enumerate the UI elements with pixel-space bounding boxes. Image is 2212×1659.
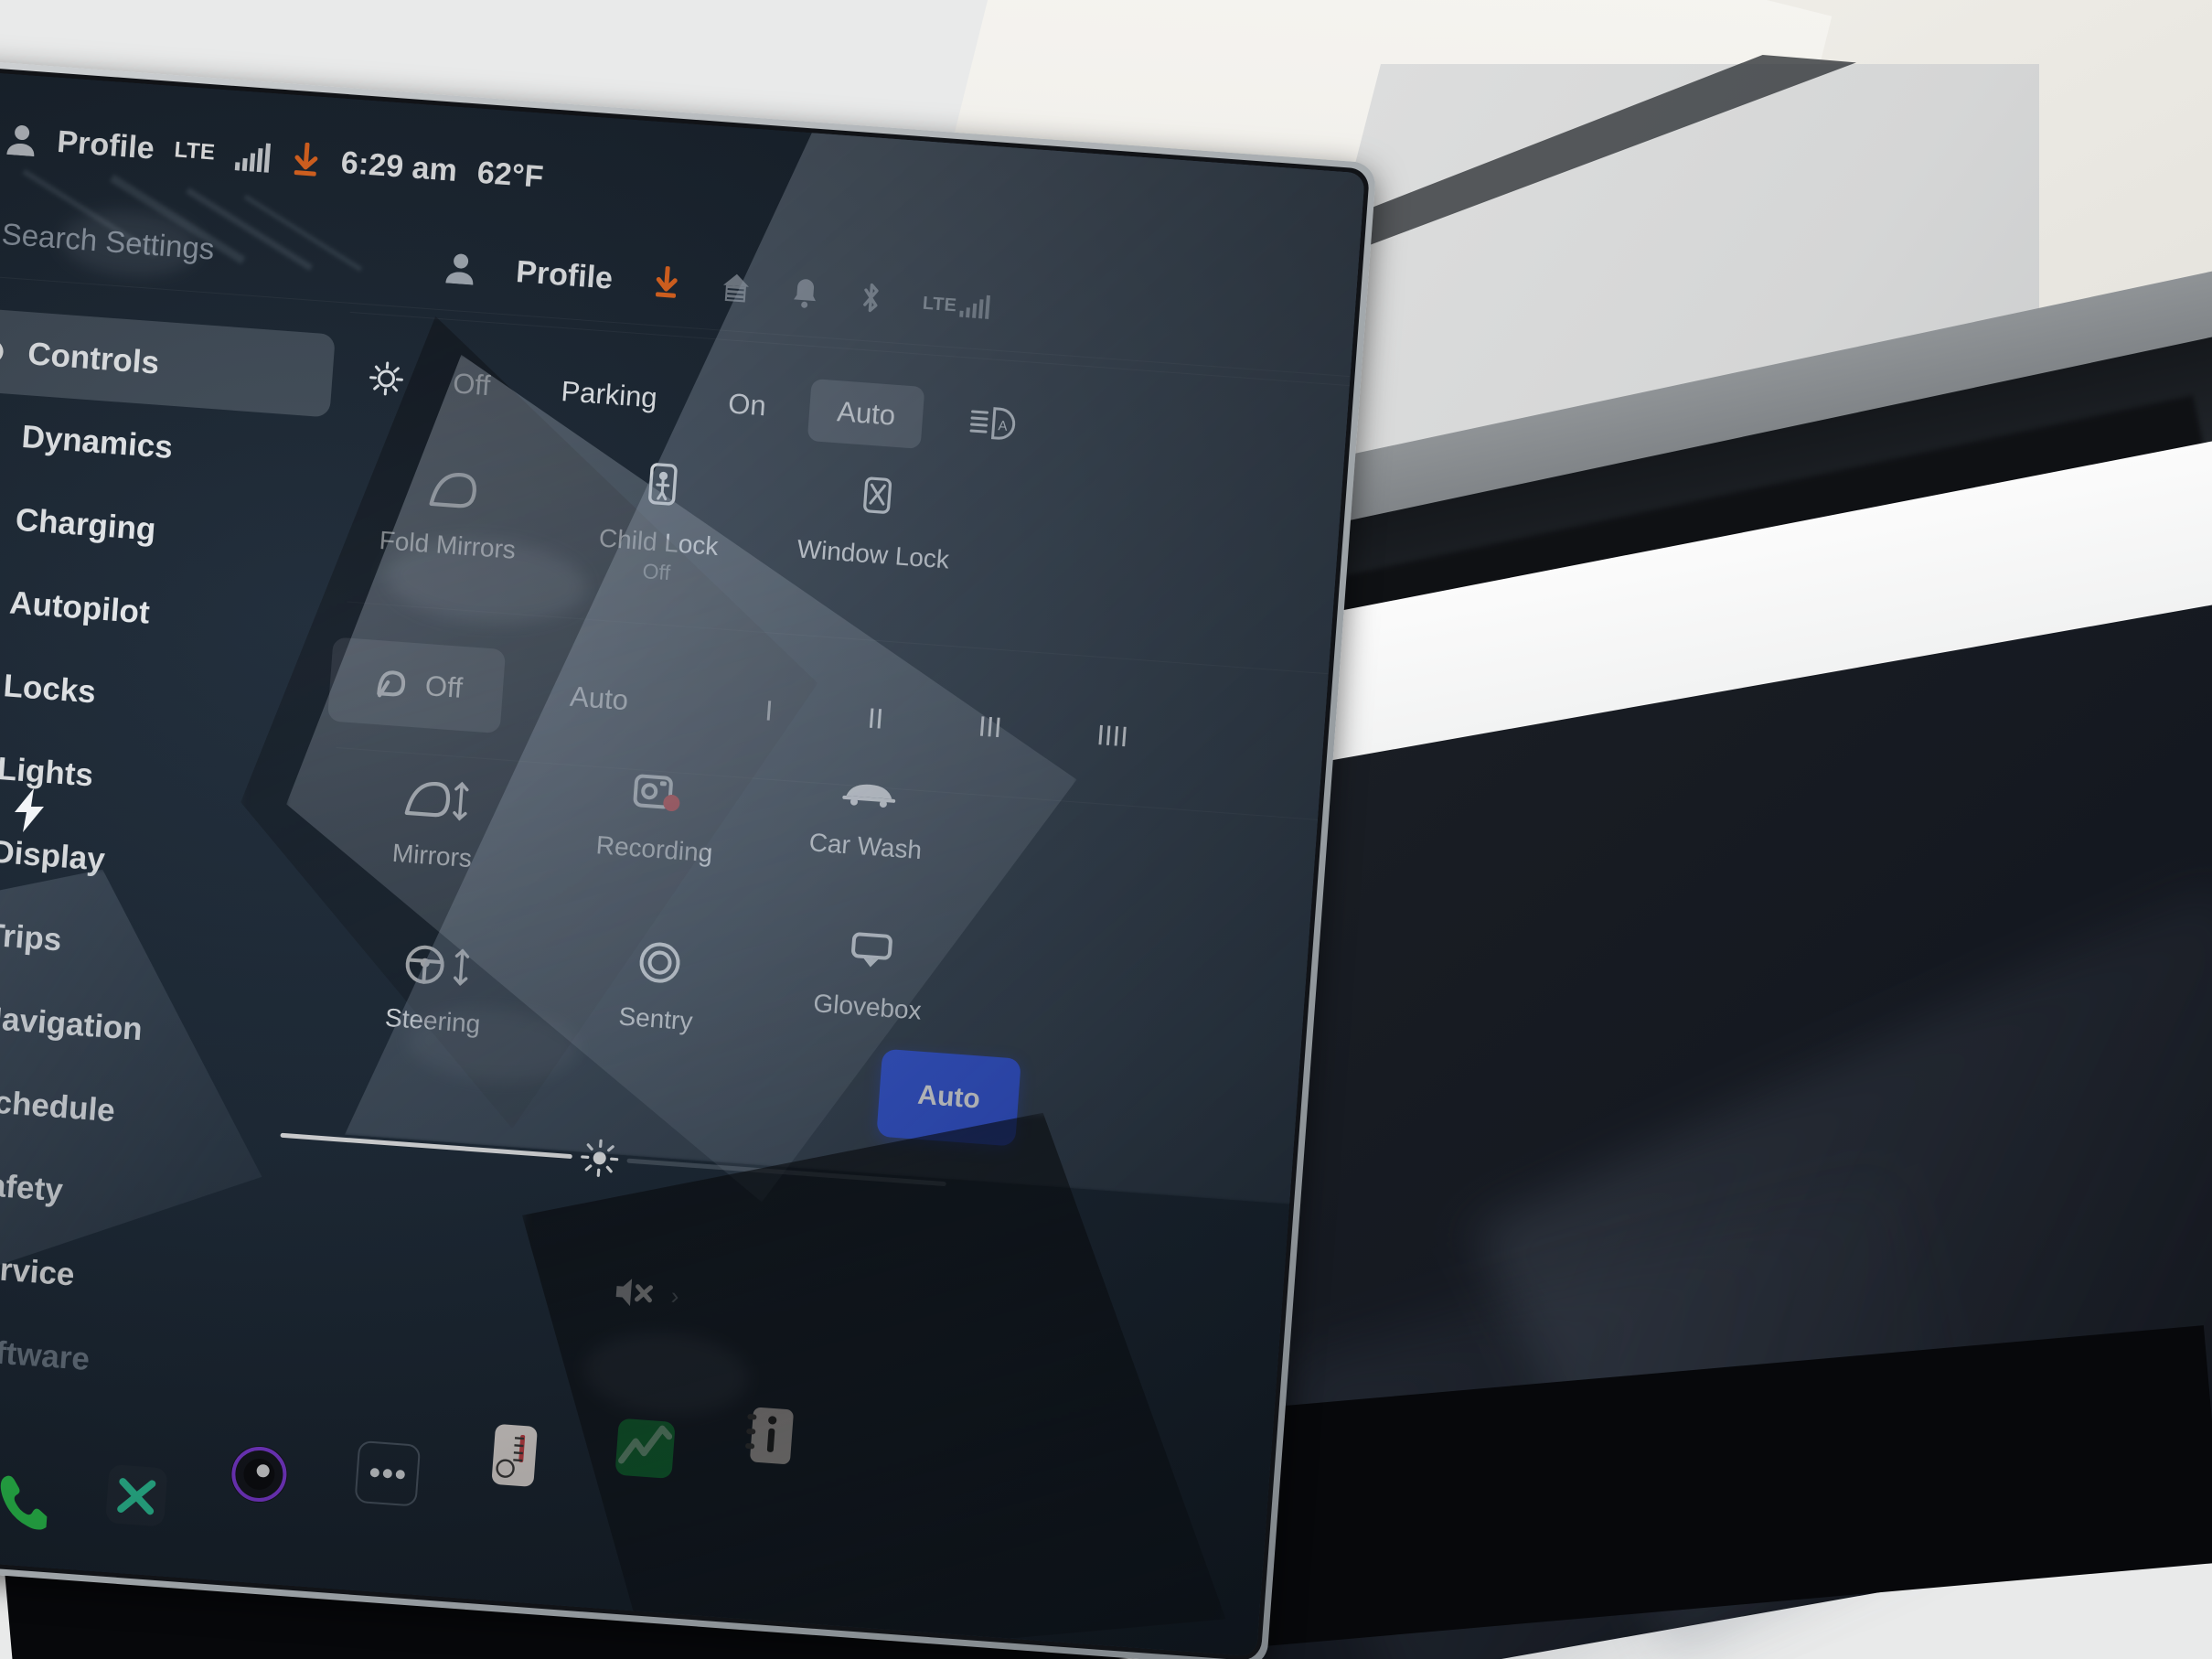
screen-vignette <box>0 66 1365 1657</box>
screen-surface[interactable]: Profile LTE <box>0 66 1365 1657</box>
screenshot-root: Profile LTE <box>0 0 2212 1659</box>
center-touchscreen[interactable]: Profile LTE <box>0 55 1377 1659</box>
charging-bolt-overlay <box>9 787 49 839</box>
